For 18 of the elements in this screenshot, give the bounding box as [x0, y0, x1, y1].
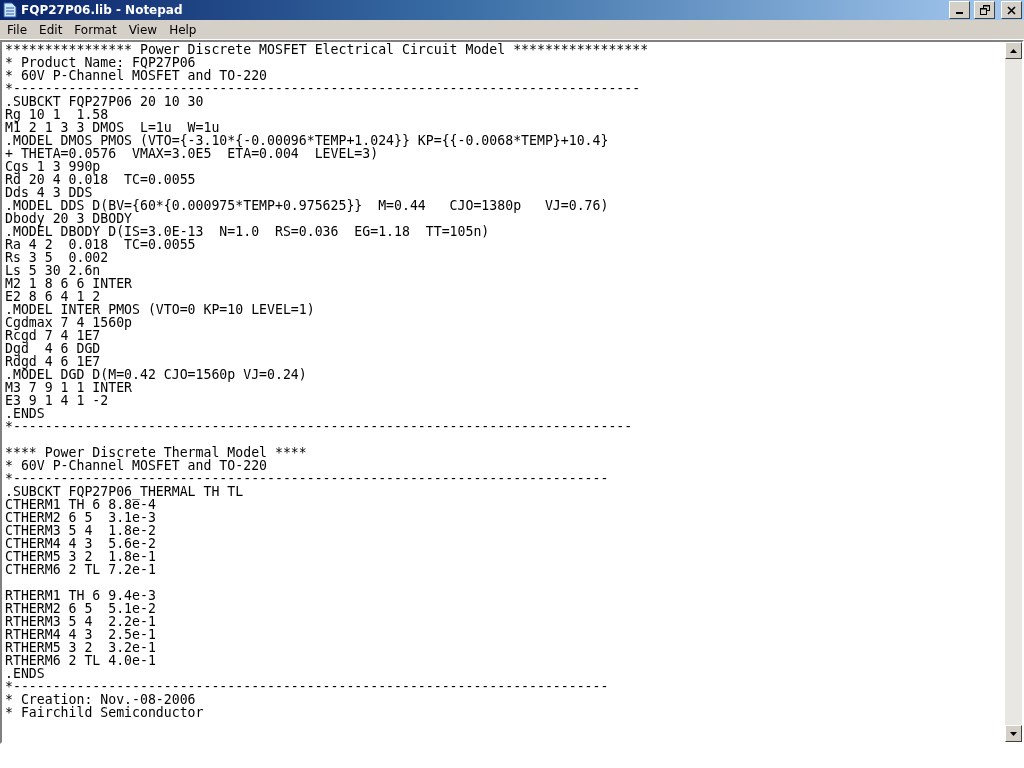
down-arrow-icon — [1010, 731, 1017, 736]
menu-item[interactable]: View — [122, 22, 164, 37]
notepad-icon — [3, 2, 17, 18]
menu-item[interactable]: Help — [163, 22, 203, 37]
window-title: FQP27P06.lib - Notepad — [21, 3, 184, 17]
scrollbar[interactable] — [1005, 42, 1022, 742]
minimize-button[interactable] — [949, 1, 970, 19]
text-area[interactable]: **************** Power Discrete MOSFET Electrical Circuit Model ***************** * Product Name: FQP27P06 * 60V P-Channel MOSFET and TO-220 *------------------------------------------------------------------------------- .SUBCKT FQP27P06 20 10 30 Rg 10 1 1.58 M1 2 1 3 3 DMOS L=1u W=1u .MODEL DMOS PMOS (VTO={-3.10*{-0.00096*TEMP+1.024}} KP={{-0.0068*TEMP}+10.4} + THETA=0.0576 VMAX=3.0E5 ETA=0.004 LEVEL=3) Cgs 1 3 990p Rd 20 4 0.018 TC=0.0055 Dds 4 3 DDS .MODEL DDS D(BV={60*{0.000975*TEMP+0.975625}} M=0.44 CJO=1380p VJ=0.76) Dbody 20 3 DBODY .MODEL DBODY D(IS=3.0E-13 N=1.0 RS=0.036 EG=1.18 TT=105n) Ra 4 2 0.018 TC=0.0055 Rs 3 5 0.002 Ls 5 30 2.6n M2 1 8 6 6 INTER E2 8 6 4 1 2 .MODEL INTER PMOS (VTO=0 KP=10 LEVEL=1) Cgdmax 7 4 1560p Rcgd 7 4 1E7 Dgd 4 6 DGD Rdgd 4 6 1E7 .MODEL DGD D(M=0.42 CJO=1560p VJ=0.24) M3 7 9 1 1 INTER E3 9 1 4 1 -2 .ENDS *------------------------------------------------------------------------------ **** Power Discrete Thermal Model **** * 60V P-Channel MOSFET and TO-220 *--------------------------------------------------------------------------- .SUBCKT FQP27P06_THERMAL TH TL CTHERM1 TH 6 8.8e-4 CTHERM2 6 5 3.1e-3 CTHERM3 5 4 1.8e-2 CTHERM4 4 3 5.6e-2 CTHERM5 3 2 1.8e-1 CTHERM6 2 TL 7.2e-1 RTHERM1 TH 6 9.4e-3 RTHERM2 6 5 5.1e-2 RTHERM3 5 4 2.2e-1 RTHERM4 4 3 2.5e-1 RTHERM5 3 2 3.2e-1 RTHERM6 2 TL 4.0e-1 .ENDS *--------------------------------------------------------------------------- * Creation: Nov.-08-2006 * Fairchild Semiconductor — [2, 42, 1005, 742]
close-icon — [1007, 5, 1016, 15]
menu-item[interactable]: Edit — [33, 22, 69, 37]
scroll-up-button[interactable] — [1005, 42, 1022, 59]
menu-item[interactable]: File — [1, 22, 34, 37]
scroll-down-button[interactable] — [1005, 725, 1022, 742]
up-arrow-icon — [1010, 48, 1017, 53]
menu-item[interactable]: Format — [68, 22, 123, 37]
restore-icon — [979, 5, 990, 15]
close-button[interactable] — [1001, 1, 1022, 19]
restore-button[interactable] — [974, 1, 995, 19]
